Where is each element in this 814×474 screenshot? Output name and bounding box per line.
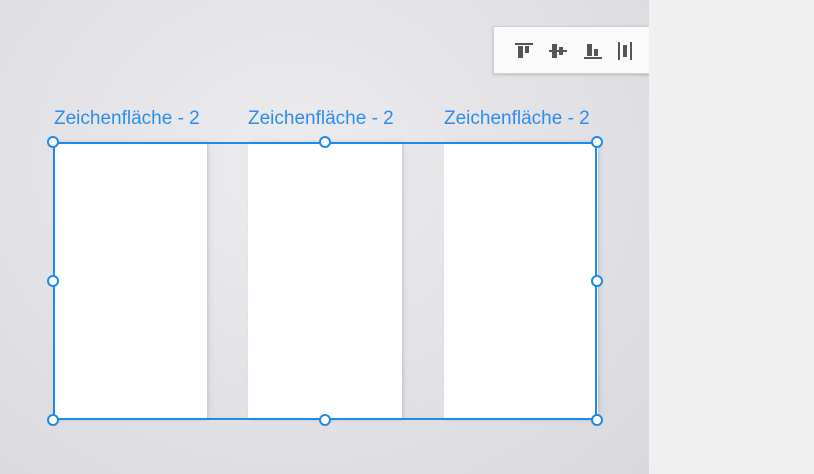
resize-handle-top-left[interactable] xyxy=(47,136,59,148)
canvas[interactable]: Zeichenfläche - 2 Zeichenfläche - 2 Zeic… xyxy=(0,0,790,474)
artboard-1-label[interactable]: Zeichenfläche - 2 xyxy=(54,108,200,130)
artboard-3[interactable] xyxy=(444,142,598,420)
artboard-2[interactable] xyxy=(248,142,402,420)
resize-handle-bottom-right[interactable] xyxy=(591,414,603,426)
resize-handle-top-right[interactable] xyxy=(591,136,603,148)
right-panel xyxy=(649,0,814,474)
align-top-button[interactable] xyxy=(511,38,537,64)
distribute-horizontal-icon xyxy=(618,42,632,60)
resize-handle-top-center[interactable] xyxy=(319,136,331,148)
align-vertical-center-icon xyxy=(549,44,567,58)
align-bottom-icon xyxy=(584,44,602,59)
resize-handle-bottom-left[interactable] xyxy=(47,414,59,426)
distribute-horizontal-button[interactable] xyxy=(612,38,638,64)
align-vertical-center-button[interactable] xyxy=(545,38,571,64)
artboard-2-label[interactable]: Zeichenfläche - 2 xyxy=(248,108,394,130)
align-bottom-button[interactable] xyxy=(580,38,606,64)
resize-handle-middle-left[interactable] xyxy=(47,275,59,287)
resize-handle-bottom-center[interactable] xyxy=(319,414,331,426)
artboard-1[interactable] xyxy=(53,142,207,420)
artboard-3-label[interactable]: Zeichenfläche - 2 xyxy=(444,108,590,130)
align-top-icon xyxy=(515,43,533,58)
resize-handle-middle-right[interactable] xyxy=(591,275,603,287)
